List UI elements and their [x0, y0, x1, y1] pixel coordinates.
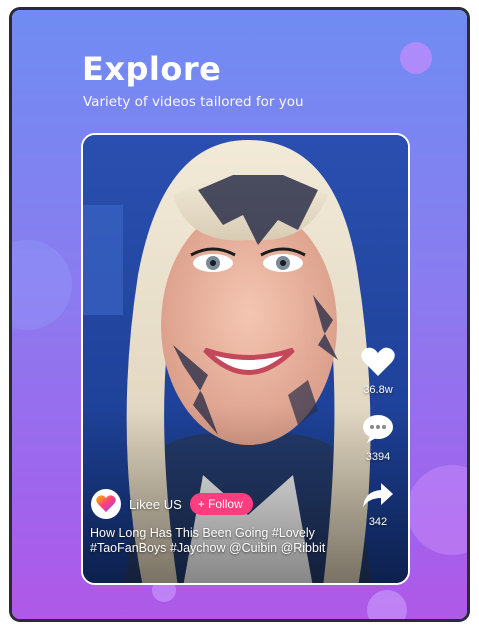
- video-caption: How Long Has This Been Going #Lovely #Ta…: [90, 526, 326, 555]
- decor-bubble: [407, 465, 467, 555]
- decor-bubble: [367, 590, 407, 619]
- share-count: 342: [368, 516, 388, 528]
- comment-count: 3394: [365, 451, 391, 463]
- creator-row: Likee US + Follow: [91, 489, 253, 519]
- like-action[interactable]: 36.8w: [356, 347, 400, 396]
- comment-action[interactable]: 3394: [356, 414, 400, 463]
- avatar[interactable]: [91, 489, 121, 519]
- promo-frame: Explore Variety of videos tailored for y…: [12, 10, 467, 619]
- decor-bubble: [400, 42, 432, 74]
- heart-icon: [361, 347, 395, 376]
- page-title: Explore: [82, 50, 222, 88]
- likee-logo-icon: [96, 495, 116, 512]
- share-action[interactable]: 342: [356, 481, 400, 528]
- follow-button[interactable]: + Follow: [189, 493, 253, 515]
- page-subtitle: Variety of videos tailored for you: [83, 94, 304, 110]
- decor-bubble: [12, 240, 72, 330]
- creator-name[interactable]: Likee US: [129, 497, 182, 512]
- comment-icon: [363, 415, 393, 443]
- video-actions: 36.8w 3394 342: [356, 347, 400, 546]
- video-card[interactable]: 36.8w 3394 342 Likee US + Follow How Lon…: [81, 133, 410, 585]
- share-icon: [363, 483, 393, 507]
- like-count: 36.8w: [363, 384, 393, 396]
